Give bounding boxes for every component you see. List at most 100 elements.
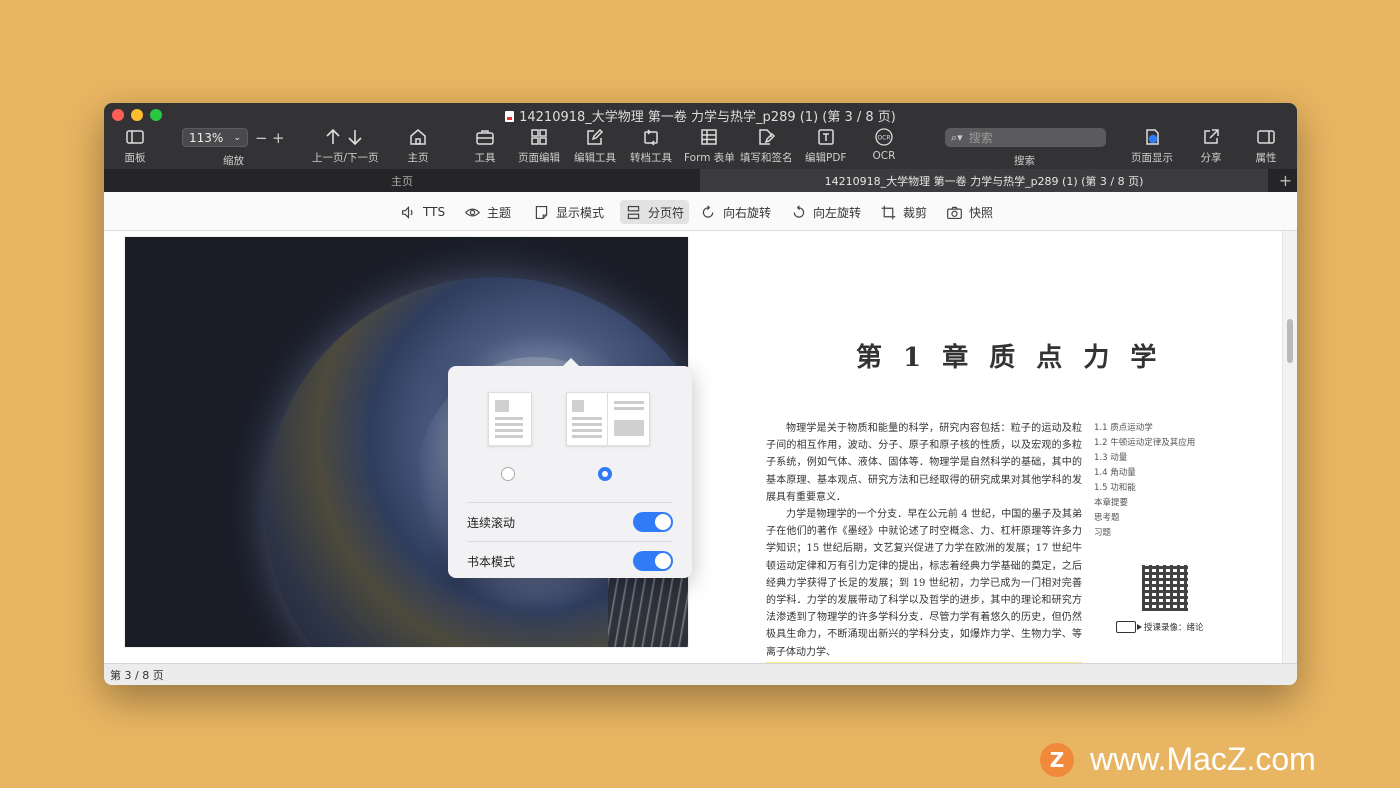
ocr-label: OCR (872, 150, 896, 162)
speaker-icon (401, 205, 413, 219)
up-down-arrows-icon (319, 127, 371, 147)
crop-button[interactable]: 裁剪 (875, 200, 932, 224)
rotate-left-button[interactable]: 向左旋转 (785, 200, 866, 224)
qr-code (1142, 565, 1188, 611)
home-icon (405, 127, 431, 147)
chapter-contents: 1.1 质点运动学 1.2 牛顿运动定律及其应用 1.3 动量 1.4 角动量 … (1094, 421, 1195, 541)
properties-label: 属性 (1255, 152, 1277, 164)
properties-button[interactable]: 属性 (1253, 127, 1279, 165)
edit-pdf-button[interactable]: 编辑PDF (805, 127, 846, 165)
display-mode-popover: 连续滚动 书本模式 (448, 358, 692, 578)
toc-item: 习题 (1094, 528, 1112, 538)
book-mode-toggle[interactable] (633, 551, 673, 571)
layout-block (572, 400, 584, 412)
page-break-icon (627, 205, 640, 219)
two-page-layout-icon[interactable] (566, 392, 650, 446)
page-body: 物理学是关于物质和能量的科学，研究内容包括：粒子的运动及粒子间的相互作用，波动、… (766, 420, 1082, 661)
toc-item: 1.1 质点运动学 (1094, 423, 1153, 433)
edit-pdf-label: 编辑PDF (805, 152, 847, 164)
form-button[interactable]: Form 表单 (684, 127, 735, 165)
tab-bar: 主页 14210918_大学物理 第一卷 力学与热学_p289 (1) (第 3… (104, 169, 1297, 192)
layout-lines (614, 401, 644, 413)
signature-pen-icon (753, 127, 779, 147)
paragraph-2: 力学是物理学的一个分支．早在公元前 4 世纪，中国的墨子及其弟子在他们的著作《墨… (766, 509, 1082, 658)
ocr-button[interactable]: OCR OCR (871, 127, 897, 162)
pdf-file-icon (505, 111, 515, 122)
tools-button[interactable]: 工具 (472, 127, 498, 165)
rotate-left-label: 向左旋转 (813, 205, 862, 220)
zoom-in-button[interactable]: + (272, 129, 285, 147)
edit-tools-button[interactable]: 编辑工具 (574, 127, 616, 165)
layout-block (495, 400, 509, 412)
zoom-label: 缩放 (223, 155, 244, 167)
display-mode-button[interactable]: 显示模式 (528, 200, 609, 224)
window-title: 14210918_大学物理 第一卷 力学与热学_p289 (1) (第 3 / … (104, 106, 1297, 125)
share-button[interactable]: 分享 (1198, 127, 1224, 165)
toc-item: 本章提要 (1094, 498, 1129, 508)
tts-label: TTS (423, 205, 446, 219)
page-display-label: 页面显示 (1131, 152, 1173, 164)
rotate-left-icon (793, 204, 805, 218)
page-break-label: 分页符 (648, 205, 685, 220)
tts-button[interactable]: TTS (395, 200, 450, 224)
convert-tools-label: 转档工具 (630, 152, 672, 164)
display-mode-label: 显示模式 (556, 205, 605, 220)
toc-item: 1.2 牛顿运动定律及其应用 (1094, 438, 1196, 448)
share-icon (1198, 127, 1224, 147)
svg-text:OCR: OCR (877, 135, 890, 142)
form-label: Form 表单 (684, 152, 735, 164)
page-display-button[interactable]: 页面显示 (1131, 127, 1173, 165)
single-page-layout-icon[interactable] (488, 392, 532, 446)
tab-document[interactable]: 14210918_大学物理 第一卷 力学与热学_p289 (1) (第 3 / … (700, 169, 1268, 192)
vertical-scrollbar[interactable] (1282, 231, 1297, 663)
page-right: 第 1 章 质 点 力 学 物理学是关于物质和能量的科学，研究内容包括：粒子的运… (696, 237, 1259, 663)
eye-icon (464, 208, 481, 216)
tab-home[interactable]: 主页 (104, 169, 700, 192)
snapshot-button[interactable]: 快照 (941, 200, 998, 224)
grid-icon (526, 127, 552, 147)
convert-tools-button[interactable]: 转档工具 (630, 127, 672, 165)
theme-button[interactable]: 主题 (459, 200, 516, 224)
search-input[interactable] (966, 129, 1091, 146)
book-mode-label: 书本模式 (467, 554, 516, 569)
rotate-right-icon (702, 204, 714, 218)
zoom-select[interactable]: 113% ⌄ (182, 128, 248, 147)
toolbox-icon (472, 127, 498, 147)
single-page-radio[interactable] (501, 467, 515, 481)
zoom-out-button[interactable]: − (255, 129, 268, 147)
video-camera-icon (1116, 621, 1142, 633)
home-button[interactable]: 主页 (405, 127, 431, 165)
tools-label: 工具 (474, 152, 496, 164)
page-edit-button[interactable]: 页面编辑 (518, 127, 560, 165)
window-title-text: 14210918_大学物理 第一卷 力学与热学_p289 (1) (第 3 / … (519, 110, 896, 125)
document-view[interactable]: 第 1 章 质 点 力 学 物理学是关于物质和能量的科学，研究内容包括：粒子的运… (104, 231, 1297, 663)
toc-item: 1.5 功和能 (1094, 483, 1136, 493)
sidebar-icon (122, 127, 148, 147)
panel-button[interactable]: 面板 (122, 127, 148, 165)
new-tab-button[interactable]: + (1274, 169, 1297, 192)
text-box-icon (813, 127, 839, 147)
crop-label: 裁剪 (903, 205, 928, 220)
two-page-radio[interactable] (598, 467, 612, 481)
scrollbar-thumb[interactable] (1287, 319, 1293, 363)
layout-lines (572, 417, 602, 439)
page-break-button[interactable]: 分页符 (620, 200, 690, 224)
status-bar: 第 3 / 8 页 (104, 663, 1297, 685)
page-display-icon (1139, 127, 1165, 147)
rotate-right-button[interactable]: 向右旋转 (695, 200, 776, 224)
crop-icon (881, 205, 896, 219)
chevron-down-icon: ⌄ (233, 132, 241, 143)
toc-item: 思考题 (1094, 513, 1120, 523)
camera-icon (947, 206, 962, 219)
chapter-title: 第 1 章 质 点 力 学 (856, 343, 1163, 373)
edit-tools-label: 编辑工具 (574, 152, 616, 164)
search-icon: ⌕▾ (951, 130, 963, 144)
table-icon (696, 127, 722, 147)
continuous-scroll-toggle[interactable] (633, 512, 673, 532)
brand-text: www.MacZ.com (1090, 741, 1316, 777)
search-field[interactable]: ⌕▾ (945, 128, 1106, 147)
titlebar: 14210918_大学物理 第一卷 力学与热学_p289 (1) (第 3 / … (104, 103, 1297, 169)
fill-sign-button[interactable]: 填写和签名 (740, 127, 793, 165)
prev-next-page-button[interactable]: 上一页/下一页 (312, 127, 379, 165)
rotate-right-label: 向右旋转 (723, 205, 772, 220)
